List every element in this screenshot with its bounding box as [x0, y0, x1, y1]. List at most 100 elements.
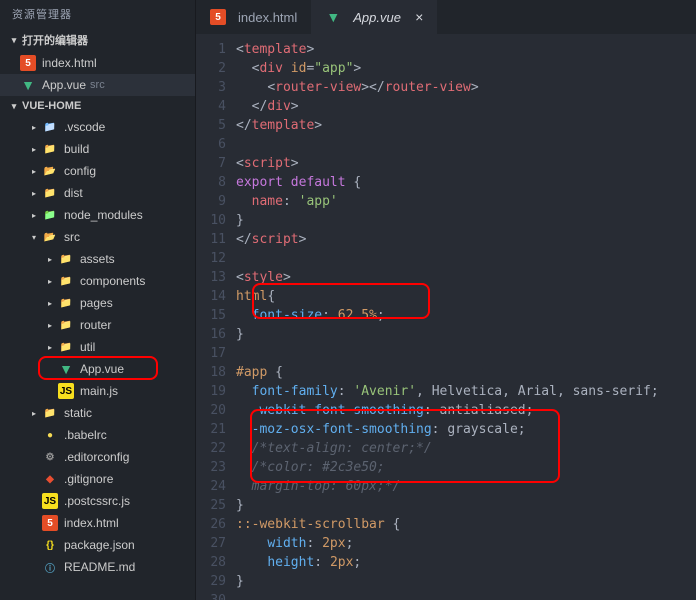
file-name: pages: [80, 296, 113, 310]
code-line[interactable]: /*text-align: center;*/: [236, 439, 696, 458]
line-number: 6: [196, 135, 226, 154]
line-number: 4: [196, 97, 226, 116]
tree-item[interactable]: ▾📂src: [0, 226, 195, 248]
file-path-suffix: src: [90, 79, 105, 91]
code-line[interactable]: <router-view></router-view>: [236, 78, 696, 97]
code-line[interactable]: [236, 344, 696, 363]
tree-item[interactable]: ▸📂config: [0, 160, 195, 182]
html-icon: 5: [20, 55, 36, 71]
file-name: README.md: [64, 560, 135, 574]
open-editor-item[interactable]: ▼App.vuesrc: [0, 74, 195, 96]
line-number: 18: [196, 363, 226, 382]
code-line[interactable]: <style>: [236, 268, 696, 287]
tree-item[interactable]: ▼App.vue: [0, 358, 195, 380]
code-line[interactable]: font-size: 62.5%;: [236, 306, 696, 325]
tree-item[interactable]: ▸📁static: [0, 402, 195, 424]
tree-item[interactable]: 5index.html: [0, 512, 195, 534]
line-number: 22: [196, 439, 226, 458]
tab[interactable]: 5index.html: [196, 0, 311, 34]
file-name: util: [80, 340, 95, 354]
code-line[interactable]: }: [236, 572, 696, 591]
line-number: 29: [196, 572, 226, 591]
tree-item[interactable]: ▸📁components: [0, 270, 195, 292]
json-icon: {}: [42, 537, 58, 553]
file-name: .postcssrc.js: [64, 494, 130, 508]
tree-item[interactable]: ▸📁dist: [0, 182, 195, 204]
code-line[interactable]: /*color: #2c3e50;: [236, 458, 696, 477]
tree-item[interactable]: ▸📁pages: [0, 292, 195, 314]
code-area[interactable]: 1234567891011121314151617181920212223242…: [196, 34, 696, 600]
editor-area: 5index.html▼App.vue× 1234567891011121314…: [196, 0, 696, 600]
line-number: 1: [196, 40, 226, 59]
code-content[interactable]: <template> <div id="app"> <router-view><…: [236, 34, 696, 600]
tree-item[interactable]: ▸📁node_modules: [0, 204, 195, 226]
code-line[interactable]: [236, 591, 696, 600]
code-line[interactable]: }: [236, 496, 696, 515]
tabs: 5index.html▼App.vue×: [196, 0, 696, 34]
babel-icon: ●: [42, 427, 58, 443]
code-line[interactable]: margin-top: 60px;*/: [236, 477, 696, 496]
line-number: 30: [196, 591, 226, 600]
tree-item[interactable]: ⓘREADME.md: [0, 556, 195, 578]
chevron-down-icon: ▾: [8, 101, 20, 112]
code-line[interactable]: #app {: [236, 363, 696, 382]
tree-item[interactable]: ⚙ .editorconfig: [0, 446, 195, 468]
code-line[interactable]: </template>: [236, 116, 696, 135]
code-line[interactable]: }: [236, 211, 696, 230]
tree-item[interactable]: ● .babelrc: [0, 424, 195, 446]
file-name: dist: [64, 186, 83, 200]
tab-label: index.html: [238, 10, 297, 25]
code-line[interactable]: height: 2px;: [236, 553, 696, 572]
line-number: 20: [196, 401, 226, 420]
file-name: .gitignore: [64, 472, 113, 486]
code-line[interactable]: -moz-osx-font-smoothing: grayscale;: [236, 420, 696, 439]
tab[interactable]: ▼App.vue×: [311, 0, 437, 34]
line-number: 15: [196, 306, 226, 325]
tree-item[interactable]: ◆.gitignore: [0, 468, 195, 490]
code-line[interactable]: [236, 135, 696, 154]
js-icon: JS: [58, 383, 74, 399]
tree-item[interactable]: ▸📁build: [0, 138, 195, 160]
line-number: 28: [196, 553, 226, 572]
chevron-right-icon: ▸: [28, 211, 40, 220]
chevron-right-icon: ▸: [44, 321, 56, 330]
code-line[interactable]: </script>: [236, 230, 696, 249]
folder-icon: 📁: [58, 339, 74, 355]
tree-item[interactable]: JSmain.js: [0, 380, 195, 402]
code-line[interactable]: <div id="app">: [236, 59, 696, 78]
tree-item[interactable]: ▸📁.vscode: [0, 116, 195, 138]
code-line[interactable]: html{: [236, 287, 696, 306]
code-line[interactable]: <template>: [236, 40, 696, 59]
close-icon[interactable]: ×: [415, 9, 423, 25]
vue-icon: ▼: [325, 9, 341, 25]
tree-item[interactable]: {} package.json: [0, 534, 195, 556]
code-line[interactable]: name: 'app': [236, 192, 696, 211]
line-number: 19: [196, 382, 226, 401]
tree-item[interactable]: ▸📁router: [0, 314, 195, 336]
code-line[interactable]: width: 2px;: [236, 534, 696, 553]
file-name: package.json: [64, 538, 135, 552]
code-line[interactable]: }: [236, 325, 696, 344]
tree-item[interactable]: JS.postcssrc.js: [0, 490, 195, 512]
open-editor-item[interactable]: 5index.html: [0, 52, 195, 74]
folder-icon: 📁: [58, 273, 74, 289]
line-number: 26: [196, 515, 226, 534]
folder-open-icon: 📂: [42, 163, 58, 179]
code-line[interactable]: font-family: 'Avenir', Helvetica, Arial,…: [236, 382, 696, 401]
file-name: .editorconfig: [64, 450, 129, 464]
config-icon: ⚙: [42, 449, 58, 465]
code-line[interactable]: </div>: [236, 97, 696, 116]
code-line[interactable]: [236, 249, 696, 268]
code-line[interactable]: export default {: [236, 173, 696, 192]
code-line[interactable]: -webkit-font-smoothing: antialiased;: [236, 401, 696, 420]
tree-item[interactable]: ▸📁util: [0, 336, 195, 358]
code-line[interactable]: <script>: [236, 154, 696, 173]
file-name: .babelrc: [64, 428, 107, 442]
code-line[interactable]: ::-webkit-scrollbar {: [236, 515, 696, 534]
chevron-right-icon: ▸: [28, 167, 40, 176]
open-editors-header[interactable]: ▾ 打开的编辑器: [0, 28, 195, 52]
tree-item[interactable]: ▸📁assets: [0, 248, 195, 270]
line-number: 13: [196, 268, 226, 287]
project-header[interactable]: ▾ VUE-HOME: [0, 96, 195, 116]
open-editors-label: 打开的编辑器: [22, 32, 88, 48]
